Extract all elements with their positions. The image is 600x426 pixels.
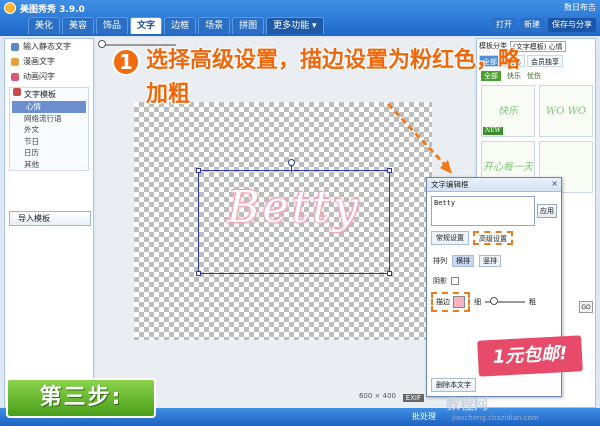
text-input[interactable]: Betty — [431, 196, 535, 226]
stroke-color-swatch[interactable] — [453, 296, 465, 308]
promo-banner[interactable]: 1元包邮! — [477, 335, 583, 377]
comic-text-label: 漫画文字 — [23, 57, 55, 66]
new-button[interactable]: 新建 — [520, 18, 544, 32]
resize-handle-top-right[interactable] — [387, 168, 392, 173]
tab-beauty[interactable]: 美容 — [62, 17, 95, 34]
stroke-highlight: 描边 — [431, 292, 470, 312]
resize-handle-top-left[interactable] — [196, 168, 201, 173]
canvas-text[interactable]: Betty — [200, 182, 388, 233]
app-title: 美图秀秀 3.9.0 — [20, 5, 85, 15]
file-toolbar: 打开 新建 保存与分享 — [492, 18, 596, 32]
template-item-slang[interactable]: 网络流行语 — [10, 113, 88, 125]
open-button[interactable]: 打开 — [492, 18, 516, 32]
template-item-holiday[interactable]: 节日 — [10, 136, 88, 148]
stroke-row: 描边 细 粗 — [431, 292, 536, 312]
user-area: 数日布吉 — [564, 2, 596, 13]
apply-button[interactable]: 应用 — [537, 204, 557, 218]
tab-accessories[interactable]: 饰品 — [96, 17, 129, 34]
tab-normal-settings[interactable]: 常规设置 — [431, 231, 469, 245]
thin-label: 细 — [474, 298, 481, 306]
template-icon — [13, 88, 21, 96]
thumb-text: 开心每一天 — [483, 162, 533, 173]
subtab-sad[interactable]: 忧伤 — [527, 71, 541, 81]
main-tabs: 美化 美容 饰品 文字 边框 场景 拼图 更多功能 ▾ — [28, 17, 324, 34]
app-window: 美图秀秀 3.9.0 美化 美容 饰品 文字 边框 场景 拼图 更多功能 ▾ 数… — [0, 0, 600, 426]
comic-text-item[interactable]: 漫画文字 — [5, 54, 93, 69]
arrange-row: 排列 横排 竖排 — [433, 255, 501, 267]
thumb-text: WO WO — [545, 106, 587, 117]
delete-text-button[interactable]: 删除本文字 — [431, 378, 476, 392]
comic-icon — [11, 57, 19, 66]
new-badge: NEW — [483, 127, 503, 135]
left-panel: 输入静态文字 漫画文字 动画闪字 文字模板 心情 网络流行语 外文 节日 日历 … — [4, 38, 94, 408]
tab-vip[interactable]: 会员独享 — [527, 55, 563, 67]
tab-collage[interactable]: 拼图 — [232, 17, 265, 34]
dialog-title: 文字编辑框 — [427, 178, 561, 192]
batch-button[interactable]: 批处理 — [412, 411, 436, 422]
zoom-knob[interactable] — [98, 40, 106, 48]
thick-label: 粗 — [529, 298, 536, 306]
tab-frame[interactable]: 边框 — [164, 17, 197, 34]
template-item-mood[interactable]: 心情 — [12, 101, 86, 113]
rotate-handle[interactable] — [288, 159, 295, 166]
title-bar: 美图秀秀 3.9.0 美化 美容 饰品 文字 边框 场景 拼图 更多功能 ▾ 数… — [0, 0, 600, 36]
step-banner: 第三步: — [6, 378, 156, 418]
go-button[interactable]: GO — [579, 301, 593, 313]
tab-more[interactable]: 更多功能 ▾ — [266, 17, 324, 34]
annotation-text: 选择高级设置，描边设置为粉红色，略加粗 — [146, 48, 521, 107]
flash-text-label: 动画闪字 — [23, 72, 55, 81]
flash-icon — [11, 72, 19, 81]
stroke-thickness-knob[interactable] — [490, 297, 499, 305]
stroke-thickness-slider[interactable] — [485, 297, 525, 305]
import-template-button[interactable]: 导入模板 — [9, 211, 91, 226]
tab-scene[interactable]: 场景 — [198, 17, 231, 34]
static-text-label: 输入静态文字 — [23, 42, 71, 51]
flash-text-item[interactable]: 动画闪字 — [5, 69, 93, 84]
annotation-number: 1 — [112, 48, 140, 76]
static-text-item[interactable]: 输入静态文字 — [5, 39, 93, 54]
resize-handle-bottom-left[interactable] — [196, 271, 201, 276]
tab-beautify[interactable]: 美化 — [28, 17, 61, 34]
template-header-label: 文字模板 — [24, 90, 56, 99]
template-thumb[interactable]: WO WO — [539, 85, 593, 137]
shadow-label: 阴影 — [433, 277, 447, 285]
app-logo-icon — [4, 2, 16, 14]
resize-handle-bottom-right[interactable] — [387, 271, 392, 276]
watermark: 教程网 — [446, 397, 488, 413]
exif-button[interactable]: EXIF — [402, 394, 424, 402]
text-icon — [11, 42, 19, 51]
template-item-foreign[interactable]: 外文 — [10, 124, 88, 136]
shadow-checkbox[interactable] — [451, 277, 459, 285]
tab-text[interactable]: 文字 — [130, 17, 163, 34]
canvas-size-label: 600 × 400 — [358, 392, 396, 400]
close-icon[interactable]: × — [551, 179, 558, 188]
template-tree: 文字模板 心情 网络流行语 外文 节日 日历 其他 — [9, 87, 89, 171]
dialog-tabs: 常规设置 高级设置 — [431, 231, 513, 245]
stroke-label: 描边 — [436, 298, 450, 306]
horizontal-button[interactable]: 横排 — [452, 255, 474, 267]
template-item-other[interactable]: 其他 — [10, 159, 88, 171]
template-item-calendar[interactable]: 日历 — [10, 147, 88, 159]
template-tree-header[interactable]: 文字模板 — [10, 88, 88, 101]
user-name[interactable]: 数日布吉 — [564, 2, 596, 13]
save-share-button[interactable]: 保存与分享 — [548, 18, 596, 32]
arrange-label: 排列 — [433, 257, 447, 265]
shadow-row: 阴影 — [433, 276, 459, 286]
vertical-button[interactable]: 竖排 — [479, 255, 501, 267]
watermark-url: jiaocheng.chazidian.com — [452, 414, 539, 422]
tab-advanced-settings[interactable]: 高级设置 — [473, 231, 513, 245]
